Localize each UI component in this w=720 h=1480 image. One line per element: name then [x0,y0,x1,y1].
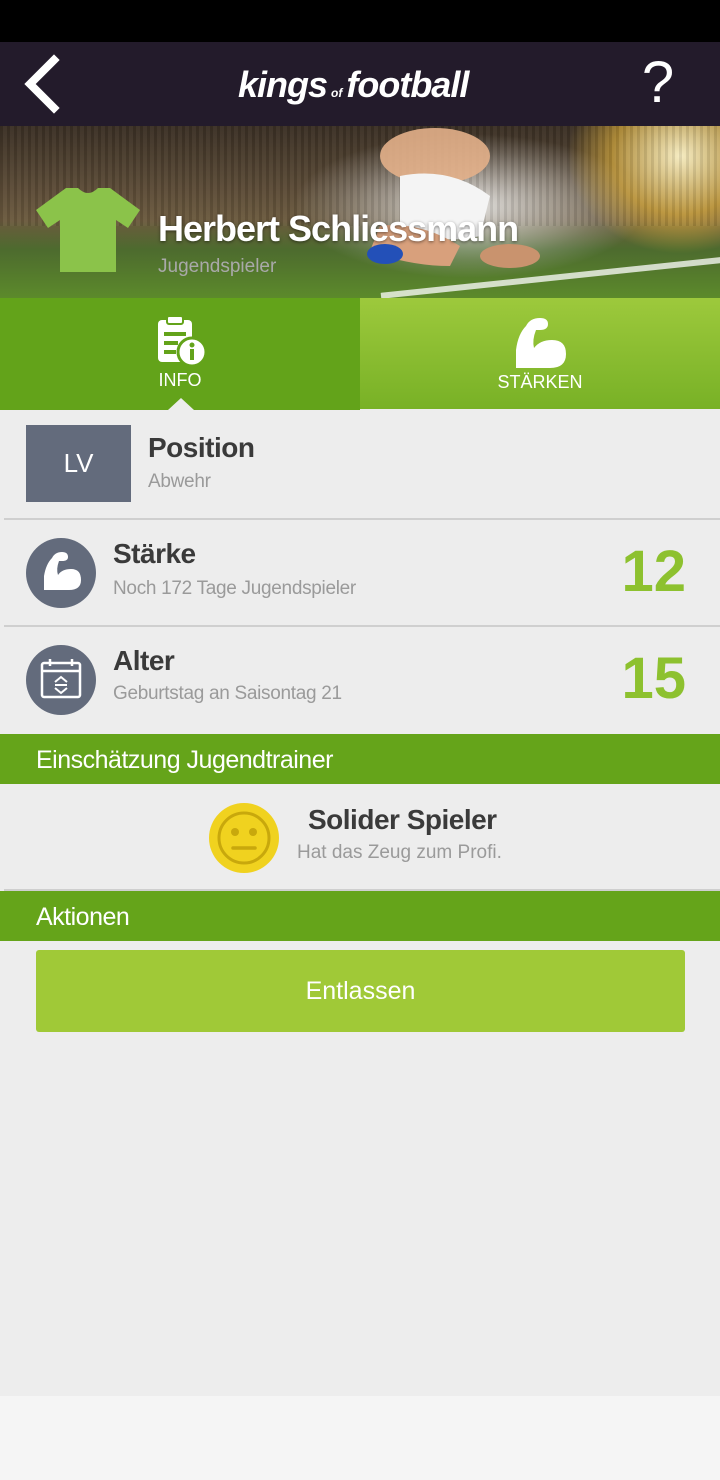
jersey-icon [36,188,140,272]
status-bar [0,0,720,42]
strength-icon-circle [26,538,96,608]
evaluation-section-header: Einschätzung Jugendtrainer [0,734,720,784]
app-header: kings of football ? [0,42,720,126]
tab-bar: INFO STÄRKEN [0,298,720,410]
age-title: Alter [113,645,175,676]
calendar-icon [40,659,82,699]
age-row: Alter Geburtstag an Saisontag 21 15 [0,627,720,733]
age-subtitle: Geburtstag an Saisontag 21 [113,683,342,704]
bottom-area [0,1396,720,1480]
flexed-biceps-icon [516,318,566,368]
actions-section-header: Aktionen [0,891,720,941]
age-value: 15 [621,646,686,711]
app-logo: kings of football [238,64,469,105]
player-role: Jugendspieler [158,256,277,277]
position-badge: LV [26,425,131,502]
evaluation-subtitle: Hat das Zeug zum Profi. [297,842,502,863]
position-subtitle: Abwehr [148,471,211,492]
strength-row: Stärke Noch 172 Tage Jugendspieler 12 [0,520,720,625]
player-name: Herbert Schliessmann [158,208,519,249]
back-button[interactable] [18,54,74,114]
neutral-smiley-icon [209,803,279,873]
active-tab-indicator [168,398,194,410]
age-icon-circle [26,645,96,715]
chevron-left-icon [24,54,60,114]
flexed-biceps-icon [44,552,81,590]
player-hero-banner: Herbert Schliessmann Jugendspieler [0,126,720,298]
logo-word-of: of [331,86,343,100]
help-button[interactable]: ? [636,50,680,116]
info-document-icon [158,315,208,368]
logo-word-football: football [346,64,469,105]
dismiss-player-button[interactable]: Entlassen [36,950,685,1032]
strength-subtitle: Noch 172 Tage Jugendspieler [113,578,356,599]
strength-value: 12 [621,539,686,604]
evaluation-title: Solider Spieler [308,804,497,835]
player-kneeling-illustration [367,128,540,268]
tab-strengths[interactable]: STÄRKEN [360,298,720,409]
position-title: Position [148,432,255,463]
tab-info[interactable]: INFO [0,298,360,410]
tab-strengths-label: STÄRKEN [497,372,583,392]
tab-info-label: INFO [158,370,202,390]
logo-word-kings: kings [238,64,328,105]
strength-title: Stärke [113,538,196,569]
position-row: LV Position Abwehr [0,410,720,518]
